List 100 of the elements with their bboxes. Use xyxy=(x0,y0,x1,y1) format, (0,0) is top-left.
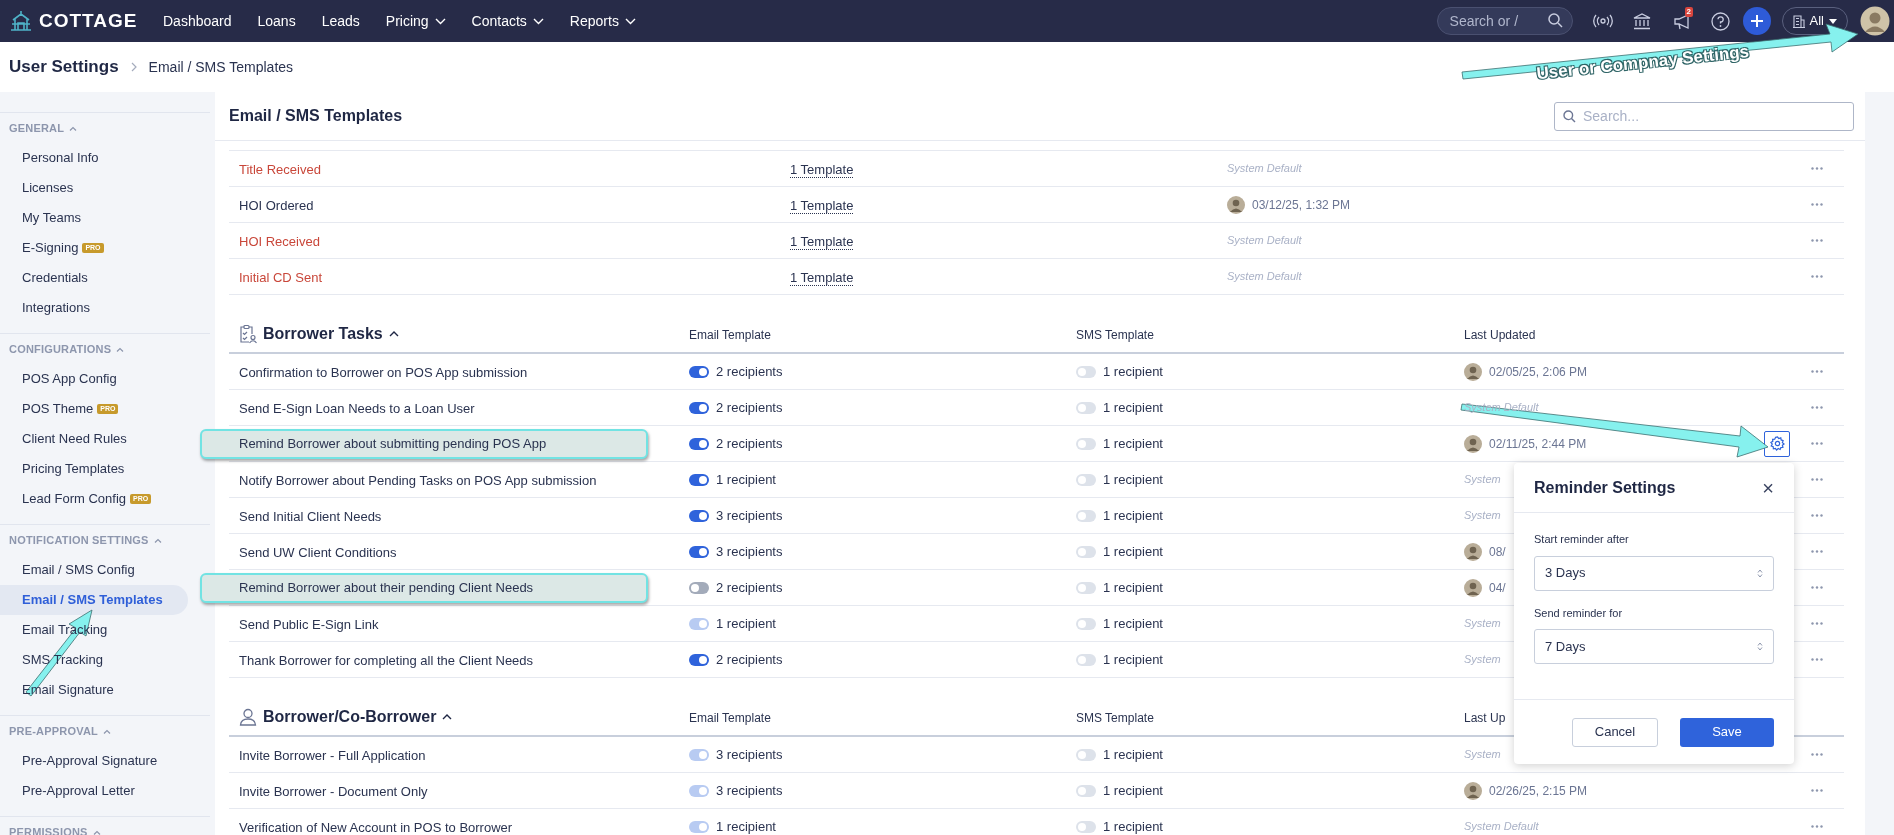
sidebar-item[interactable]: Credentials xyxy=(0,263,188,293)
recipients-count[interactable]: 2 recipients xyxy=(716,649,783,670)
template-name: Confirmation to Borrower on POS App submission xyxy=(238,364,528,380)
event-name: Initial CD Sent xyxy=(239,269,323,285)
template-link[interactable]: 1 Template xyxy=(790,161,854,178)
sidebar-item[interactable]: Integrations xyxy=(0,293,188,323)
more-icon[interactable] xyxy=(1811,203,1823,206)
sidebar-item[interactable]: Pre-Approval Letter xyxy=(0,776,188,806)
recipients-count[interactable]: 2 recipients xyxy=(716,361,783,382)
template-name: Thank Borrower for completing all the Client Needs xyxy=(238,652,534,668)
chevron-up-icon xyxy=(153,537,162,543)
recipients-count[interactable]: 2 recipients xyxy=(716,577,783,598)
building-icon xyxy=(1792,14,1805,28)
more-icon[interactable] xyxy=(1811,514,1823,517)
select-field[interactable]: 7 Days xyxy=(1534,629,1774,664)
broadcast-icon[interactable] xyxy=(1592,14,1613,28)
user-avatar xyxy=(1464,362,1482,381)
clipboard-check-icon xyxy=(239,324,257,344)
more-icon[interactable] xyxy=(1811,442,1823,445)
event-name: Title Received xyxy=(239,161,321,177)
updated-default: System xyxy=(1464,472,1501,488)
more-icon[interactable] xyxy=(1811,825,1823,828)
template-link[interactable]: 1 Template xyxy=(790,233,854,250)
search-field[interactable]: Search... xyxy=(1554,101,1854,131)
more-icon[interactable] xyxy=(1811,167,1823,170)
recipients-count[interactable]: 1 recipient xyxy=(716,469,776,490)
recipients-count[interactable]: 2 recipients xyxy=(716,397,783,418)
toggle-switch[interactable] xyxy=(689,545,709,558)
sidebar-item[interactable]: Pre-Approval Signature xyxy=(0,746,188,776)
nav-link[interactable]: Dashboard xyxy=(163,10,232,32)
chevron-down-icon xyxy=(434,17,446,25)
user-avatar[interactable] xyxy=(1860,6,1890,36)
sidebar-item[interactable]: Email / SMS Config xyxy=(0,555,188,585)
sidebar-item[interactable]: Pricing Templates xyxy=(0,454,188,484)
more-icon[interactable] xyxy=(1811,658,1823,661)
nav-link[interactable]: Contacts xyxy=(471,10,544,32)
toggle-switch[interactable] xyxy=(689,653,709,666)
more-icon[interactable] xyxy=(1811,789,1823,792)
more-icon[interactable] xyxy=(1811,239,1823,242)
nav-link[interactable]: Reports xyxy=(569,10,636,32)
sidebar-item[interactable]: My Teams xyxy=(0,203,188,233)
updated-default: System Default xyxy=(1227,233,1302,249)
sidebar-item[interactable]: Client Need Rules xyxy=(0,424,188,454)
column-header: SMS Template xyxy=(1076,711,1154,725)
more-icon[interactable] xyxy=(1811,478,1823,481)
column-header: SMS Template xyxy=(1076,328,1154,342)
breadcrumb-item[interactable]: Email / SMS Templates xyxy=(148,56,294,78)
template-link[interactable]: 1 Template xyxy=(790,269,854,286)
template-name: Verification of New Account in POS to Borrower xyxy=(238,819,513,835)
more-icon[interactable] xyxy=(1811,622,1823,625)
nav-link[interactable]: Loans xyxy=(257,10,296,32)
recipients-count[interactable]: 3 recipients xyxy=(716,505,783,526)
bank-icon[interactable] xyxy=(1632,12,1651,30)
save-button[interactable]: Save xyxy=(1680,717,1774,747)
close-button[interactable]: × xyxy=(1762,477,1774,498)
search-field[interactable]: Search or / xyxy=(1436,7,1573,35)
recipients-count[interactable]: 2 recipients xyxy=(716,433,783,454)
chevron-up-icon xyxy=(442,714,453,720)
nav-link[interactable]: Leads xyxy=(321,10,360,32)
updated-default: System Default xyxy=(1227,161,1302,177)
template-link[interactable]: 1 Template xyxy=(790,197,854,214)
sidebar-item[interactable]: Personal Info xyxy=(0,143,188,173)
select-field[interactable]: 3 Days xyxy=(1534,555,1774,591)
sidebar-item[interactable]: Email / SMS Templates xyxy=(0,585,188,615)
user-avatar xyxy=(1464,578,1482,597)
updated-default: System xyxy=(1464,747,1501,763)
help-icon[interactable] xyxy=(1710,11,1730,31)
more-icon[interactable] xyxy=(1811,275,1823,278)
column-header: Email Template xyxy=(689,711,771,725)
add-button-icon[interactable] xyxy=(1741,6,1772,36)
toggle-switch[interactable] xyxy=(689,581,709,594)
more-icon[interactable] xyxy=(1811,406,1823,409)
group-title[interactable]: Borrower/Co-Borrower xyxy=(263,705,453,729)
toggle-switch[interactable] xyxy=(689,509,709,522)
toggle-switch[interactable] xyxy=(689,401,709,414)
toggle-switch[interactable] xyxy=(689,437,709,450)
nav-link[interactable]: Pricing xyxy=(385,10,446,32)
sort-icon xyxy=(1757,642,1763,651)
more-icon[interactable] xyxy=(1811,586,1823,589)
group-title[interactable]: Borrower Tasks xyxy=(263,322,399,346)
sidebar-item[interactable]: POS App Config xyxy=(0,364,188,394)
toggle-switch[interactable] xyxy=(689,365,709,378)
template-name: Remind Borrower about their pending Client Needs xyxy=(200,572,648,603)
sidebar-item[interactable]: Licenses xyxy=(0,173,188,203)
updated-default: System Default xyxy=(1227,269,1302,285)
chevron-up-icon xyxy=(116,346,125,352)
more-icon[interactable] xyxy=(1811,550,1823,553)
recipients-count[interactable]: 3 recipients xyxy=(716,541,783,562)
column-header: Last Up xyxy=(1464,711,1506,725)
column-header: Email Template xyxy=(689,328,771,342)
template-name: Send E-Sign Loan Needs to a Loan User xyxy=(238,400,475,416)
megaphone-icon[interactable] xyxy=(1672,13,1692,30)
updated-default: System xyxy=(1464,616,1501,632)
toggle-switch[interactable] xyxy=(689,473,709,486)
more-icon[interactable] xyxy=(1811,370,1823,373)
user-avatar xyxy=(1227,195,1245,214)
cancel-button[interactable]: Cancel xyxy=(1572,717,1658,747)
search-icon xyxy=(1563,109,1576,123)
notification-badge: 2 xyxy=(1684,7,1693,17)
more-icon[interactable] xyxy=(1811,753,1823,756)
